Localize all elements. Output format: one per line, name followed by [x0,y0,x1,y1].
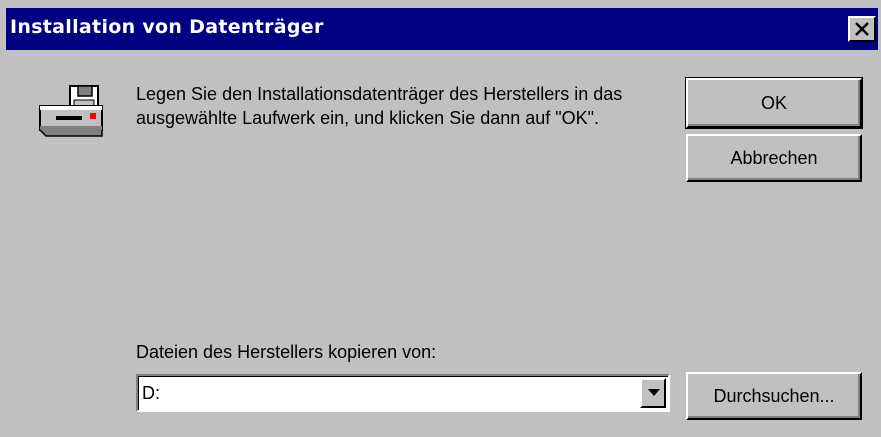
close-icon [855,22,869,36]
close-button[interactable] [848,16,876,42]
copy-from-label: Dateien des Herstellers kopieren von: [136,342,437,362]
copy-from-combobox[interactable]: D: [136,374,670,412]
browse-button[interactable]: Durchsuchen... [686,372,862,420]
ok-button[interactable]: OK [685,77,863,129]
install-from-disk-dialog: Installation von Datenträger Legen Sie d… [0,0,881,437]
title-bar[interactable]: Installation von Datenträger [6,8,878,50]
chevron-down-icon [648,389,660,396]
cancel-button[interactable]: Abbrechen [686,134,862,182]
instruction-text: Legen Sie den Installationsdatenträger d… [136,84,623,128]
dropdown-button[interactable] [640,378,666,408]
dialog-title: Installation von Datenträger [10,16,324,38]
copy-from-value[interactable]: D: [142,383,160,404]
disk-drive-icon [39,85,103,137]
